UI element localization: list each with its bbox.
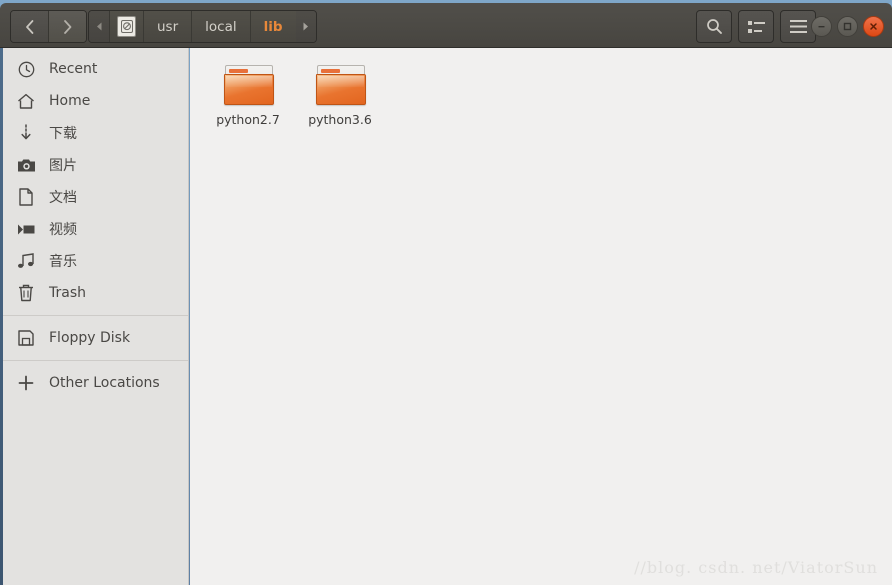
file-item-python27[interactable]: python2.7 <box>202 56 294 127</box>
sidebar-item-label: Trash <box>49 285 86 301</box>
sidebar-item-music[interactable]: 音乐 <box>3 245 188 277</box>
watermark-text: //blog. csdn. net/ViatorSun <box>634 558 878 577</box>
camera-icon <box>15 158 37 173</box>
sidebar-item-videos[interactable]: 视频 <box>3 213 188 245</box>
close-icon <box>870 23 877 30</box>
view-list-button[interactable] <box>738 10 774 43</box>
sidebar-item-label: 下载 <box>49 126 77 142</box>
sidebar-item-label: Floppy Disk <box>49 330 131 346</box>
maximize-button[interactable] <box>837 16 858 37</box>
breadcrumb-scroll-right[interactable] <box>295 11 316 42</box>
sidebar-item-home[interactable]: Home <box>3 85 188 117</box>
breadcrumb-item-local[interactable]: local <box>191 11 250 42</box>
back-button[interactable] <box>11 11 48 42</box>
chevron-right-icon <box>64 19 72 34</box>
header-bar: usr local lib <box>0 3 892 48</box>
triangle-right-icon <box>303 22 309 31</box>
home-icon <box>15 93 37 110</box>
close-button[interactable] <box>863 16 884 37</box>
minimize-icon <box>818 26 825 28</box>
navigation-button-group <box>10 10 87 43</box>
sidebar-item-floppy-disk[interactable]: Floppy Disk <box>3 322 188 354</box>
breadcrumb-scroll-left[interactable] <box>89 11 109 42</box>
search-button[interactable] <box>696 10 732 43</box>
sidebar-separator <box>3 360 188 361</box>
document-icon <box>15 188 37 206</box>
sidebar-item-label: Home <box>49 93 91 109</box>
sidebar-item-label: 图片 <box>49 158 77 174</box>
triangle-left-icon <box>96 22 101 31</box>
search-icon <box>706 19 722 34</box>
breadcrumb-item-device[interactable] <box>109 11 143 42</box>
trash-icon <box>15 284 37 302</box>
folder-icon <box>314 62 366 106</box>
sidebar-item-label: Recent <box>49 61 98 77</box>
sidebar-item-downloads[interactable]: 下载 <box>3 117 188 149</box>
sidebar-item-label: 文档 <box>49 190 77 206</box>
clock-icon <box>15 61 37 78</box>
list-view-icon <box>747 20 765 33</box>
breadcrumb-item-lib[interactable]: lib <box>249 11 296 42</box>
video-icon <box>15 223 37 236</box>
icon-view: python2.7 python3.6 <box>190 56 386 127</box>
file-list-area[interactable]: python2.7 python3.6 //blog. csdn. net/Vi… <box>190 48 892 585</box>
window-controls <box>811 16 884 37</box>
sidebar-item-label: 音乐 <box>49 254 77 270</box>
chevron-left-icon <box>26 19 34 34</box>
plus-icon <box>15 375 37 391</box>
hard-disk-icon <box>117 16 136 37</box>
file-item-python36[interactable]: python3.6 <box>294 56 386 127</box>
sidebar-separator <box>3 315 188 316</box>
minimize-button[interactable] <box>811 16 832 37</box>
hamburger-menu-icon <box>789 20 807 33</box>
sidebar-item-label: Other Locations <box>49 375 160 391</box>
sidebar-item-recent[interactable]: Recent <box>3 53 188 85</box>
file-item-label: python3.6 <box>308 112 372 127</box>
breadcrumb-item-usr[interactable]: usr <box>143 11 192 42</box>
file-manager-window: usr local lib Recent Home 下载 图片 文档 视频 音乐… <box>0 3 892 585</box>
maximize-icon <box>843 22 852 31</box>
sidebar-item-pictures[interactable]: 图片 <box>3 149 188 181</box>
floppy-disk-icon <box>15 330 37 346</box>
sidebar: Recent Home 下载 图片 文档 视频 音乐 Trash Floppy … <box>3 48 189 585</box>
download-icon <box>15 124 37 142</box>
sidebar-item-other-locations[interactable]: Other Locations <box>3 367 188 399</box>
breadcrumb: usr local lib <box>88 10 317 43</box>
sidebar-item-trash[interactable]: Trash <box>3 277 188 309</box>
forward-button[interactable] <box>48 11 86 42</box>
sidebar-item-label: 视频 <box>49 222 77 238</box>
music-icon <box>15 253 37 269</box>
file-item-label: python2.7 <box>216 112 280 127</box>
sidebar-item-documents[interactable]: 文档 <box>3 181 188 213</box>
folder-icon <box>222 62 274 106</box>
window-body: Recent Home 下载 图片 文档 视频 音乐 Trash Floppy … <box>0 48 892 585</box>
